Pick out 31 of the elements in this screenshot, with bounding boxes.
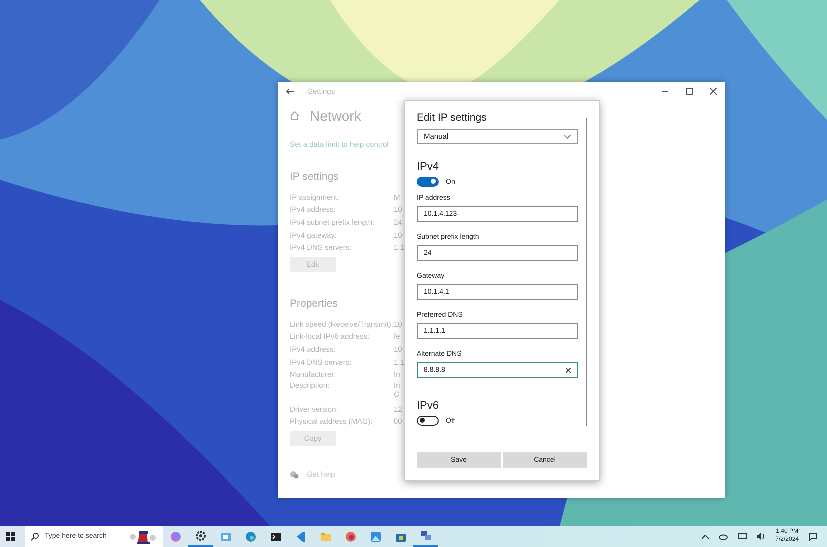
toggle-switch[interactable] <box>417 177 439 187</box>
browser-icon[interactable] <box>244 530 256 542</box>
maximize-icon[interactable] <box>686 88 692 94</box>
back-icon[interactable] <box>286 88 294 94</box>
section-title: Properties <box>290 298 338 310</box>
clear-icon[interactable] <box>566 368 571 372</box>
start-icon[interactable] <box>6 532 15 541</box>
help-icon <box>290 470 299 479</box>
chevron-up-icon[interactable] <box>702 534 709 538</box>
section-title: IPv6 <box>417 400 440 412</box>
network-icon[interactable] <box>738 533 747 540</box>
chevron-down-icon <box>564 134 571 138</box>
settings-icon[interactable] <box>194 530 206 542</box>
photos-icon[interactable] <box>370 530 382 542</box>
cloud-icon[interactable] <box>718 534 728 540</box>
close-icon[interactable] <box>710 88 716 94</box>
page-heading: Network <box>310 108 362 124</box>
dialog-title: Edit IP settings <box>417 112 488 124</box>
search-icon <box>31 532 39 540</box>
firefox-icon[interactable] <box>344 530 356 542</box>
copilot-icon[interactable] <box>170 530 182 542</box>
hat-icon <box>129 528 157 544</box>
minimize-icon[interactable] <box>662 90 668 92</box>
notification-icon[interactable] <box>809 532 817 540</box>
section-title: IP settings <box>290 171 339 183</box>
section-title: IPv4 <box>417 161 440 173</box>
terminal-icon[interactable] <box>270 530 282 542</box>
code-editor-icon[interactable] <box>294 530 306 542</box>
toggle-switch[interactable] <box>417 416 439 426</box>
remote-desktop-icon[interactable] <box>420 530 432 542</box>
volume-icon[interactable] <box>756 533 766 540</box>
